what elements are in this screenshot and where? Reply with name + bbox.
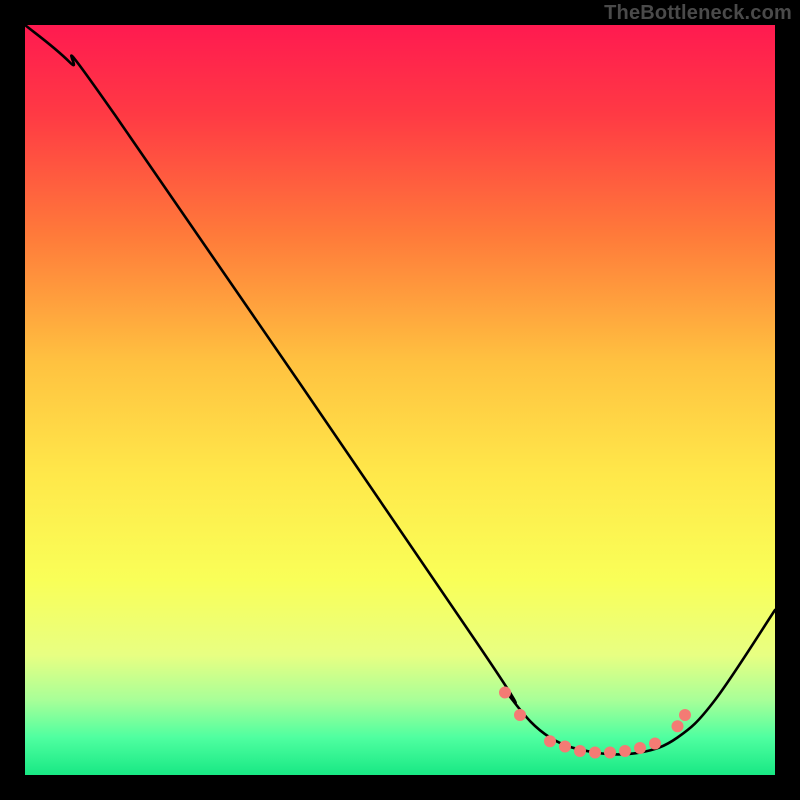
data-marker: [574, 745, 586, 757]
chart-frame: TheBottleneck.com: [0, 0, 800, 800]
data-marker: [499, 687, 511, 699]
data-marker: [634, 742, 646, 754]
plot-area: [25, 25, 775, 775]
data-marker: [559, 741, 571, 753]
data-marker: [544, 735, 556, 747]
curve-layer: [25, 25, 775, 775]
data-marker: [649, 738, 661, 750]
attribution-text: TheBottleneck.com: [604, 2, 792, 25]
data-marker: [672, 720, 684, 732]
data-marker: [514, 709, 526, 721]
data-marker: [604, 747, 616, 759]
data-marker: [589, 747, 601, 759]
bottleneck-curve: [25, 25, 775, 755]
data-marker: [619, 745, 631, 757]
data-marker: [679, 709, 691, 721]
